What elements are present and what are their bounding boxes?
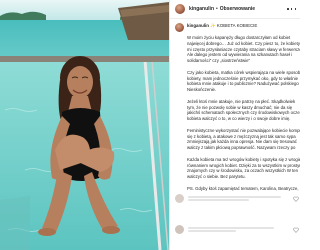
- comment-row: [175, 225, 299, 234]
- profile-avatar[interactable]: [175, 4, 185, 14]
- caption-line: W moim życiu kapanęży długo dostarczyłam…: [187, 35, 291, 40]
- header-username[interactable]: kinganulin: [189, 6, 214, 12]
- caption-line: najwięcej dobrego… Już od kobiet. Czy pi…: [187, 40, 300, 46]
- caption-line: walczy z takim płciową poprawność. Nazyw…: [187, 145, 296, 151]
- comment-avatar[interactable]: [175, 194, 184, 203]
- caption-line: Feministyczne wykorzystać nie pozwalając…: [187, 127, 300, 133]
- following-button[interactable]: Obserwowanie: [220, 6, 255, 12]
- heart-icon[interactable]: [293, 227, 299, 233]
- post-side-panel: kinganulin • Obserwowanie kinganulin ✨ K…: [169, 0, 300, 250]
- heart-icon[interactable]: [293, 196, 299, 202]
- post-caption: kinganulin ✨ KOBIETA KOBIECIE W moim życ…: [175, 23, 300, 192]
- caption-avatar[interactable]: [175, 23, 184, 32]
- post-header: kinganulin • Obserwowanie: [170, 0, 300, 19]
- caption-line: kobieta walczyć o to, w co wierzy i o sw…: [187, 116, 291, 122]
- caption-heading-line: kinganulin ✨ KOBIETA KOBIECIE: [187, 23, 300, 29]
- more-horizontal-icon[interactable]: [287, 5, 296, 13]
- caption-headline: KOBIETA KOBIECIE: [216, 23, 258, 28]
- pool-photo-image: [0, 0, 169, 250]
- caption-line: Każda kobieta ma też wrogów kobiety i sp…: [187, 156, 300, 162]
- caption-line: Jeżeli ktoś mnie atakuje, nie patrzę na …: [187, 98, 296, 104]
- caption-username[interactable]: kinganulin: [187, 23, 209, 28]
- post-photo[interactable]: [0, 0, 169, 250]
- caption-line: Czy jako kobieta, matka córek wspierając…: [187, 69, 300, 75]
- caption-text: W moim życiu kapanęży długo dostarczyłam…: [187, 35, 300, 192]
- header-separator: •: [216, 6, 218, 12]
- sparkle-icon: ✨: [210, 23, 216, 28]
- comment-row: [175, 194, 299, 203]
- caption-line: PS. Gdyby ktoś zapamiętać tematem, Karol…: [187, 185, 300, 191]
- comment-avatar[interactable]: [175, 225, 184, 234]
